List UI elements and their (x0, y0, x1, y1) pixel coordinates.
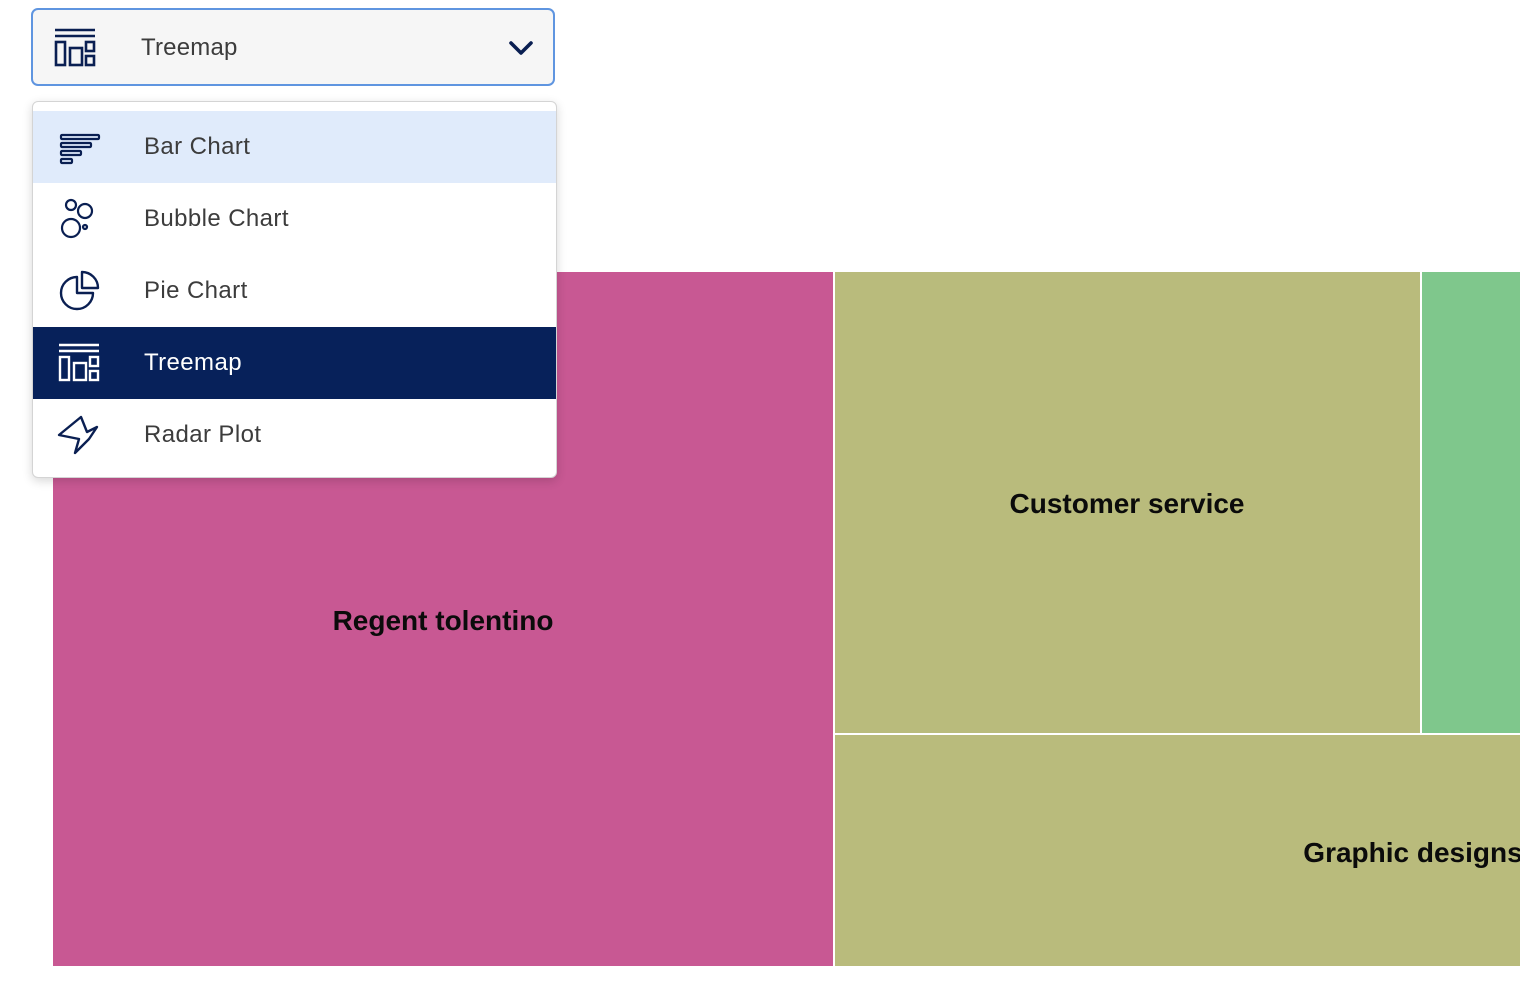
menu-item-label: Bubble Chart (144, 205, 289, 232)
bar-chart-icon (59, 133, 101, 165)
treemap-icon (58, 343, 100, 382)
menu-item-pie-chart[interactable]: Pie Chart (33, 255, 556, 327)
menu-item-label: Pie Chart (144, 277, 248, 304)
menu-item-bubble-chart[interactable]: Bubble Chart (33, 183, 556, 255)
bubble-chart-icon (60, 198, 94, 239)
treemap-tile (1422, 272, 1520, 733)
radar-plot-icon (57, 415, 99, 455)
chart-type-menu: Bar Chart Bubble Chart Pie Chart Treemap… (32, 101, 557, 478)
menu-item-radar-plot[interactable]: Radar Plot (33, 399, 556, 471)
treemap-tile-label: Customer service (1009, 488, 1245, 519)
treemap-tile-label: Graphic designs (1303, 837, 1520, 868)
menu-item-label: Treemap (144, 349, 242, 376)
menu-item-bar-chart[interactable]: Bar Chart (33, 111, 556, 183)
pie-chart-icon (59, 270, 100, 311)
menu-item-label: Bar Chart (144, 133, 251, 160)
menu-item-label: Radar Plot (144, 421, 262, 448)
treemap-tile-label: Regent tolentino (332, 605, 554, 636)
menu-item-treemap[interactable]: Treemap (33, 327, 556, 399)
